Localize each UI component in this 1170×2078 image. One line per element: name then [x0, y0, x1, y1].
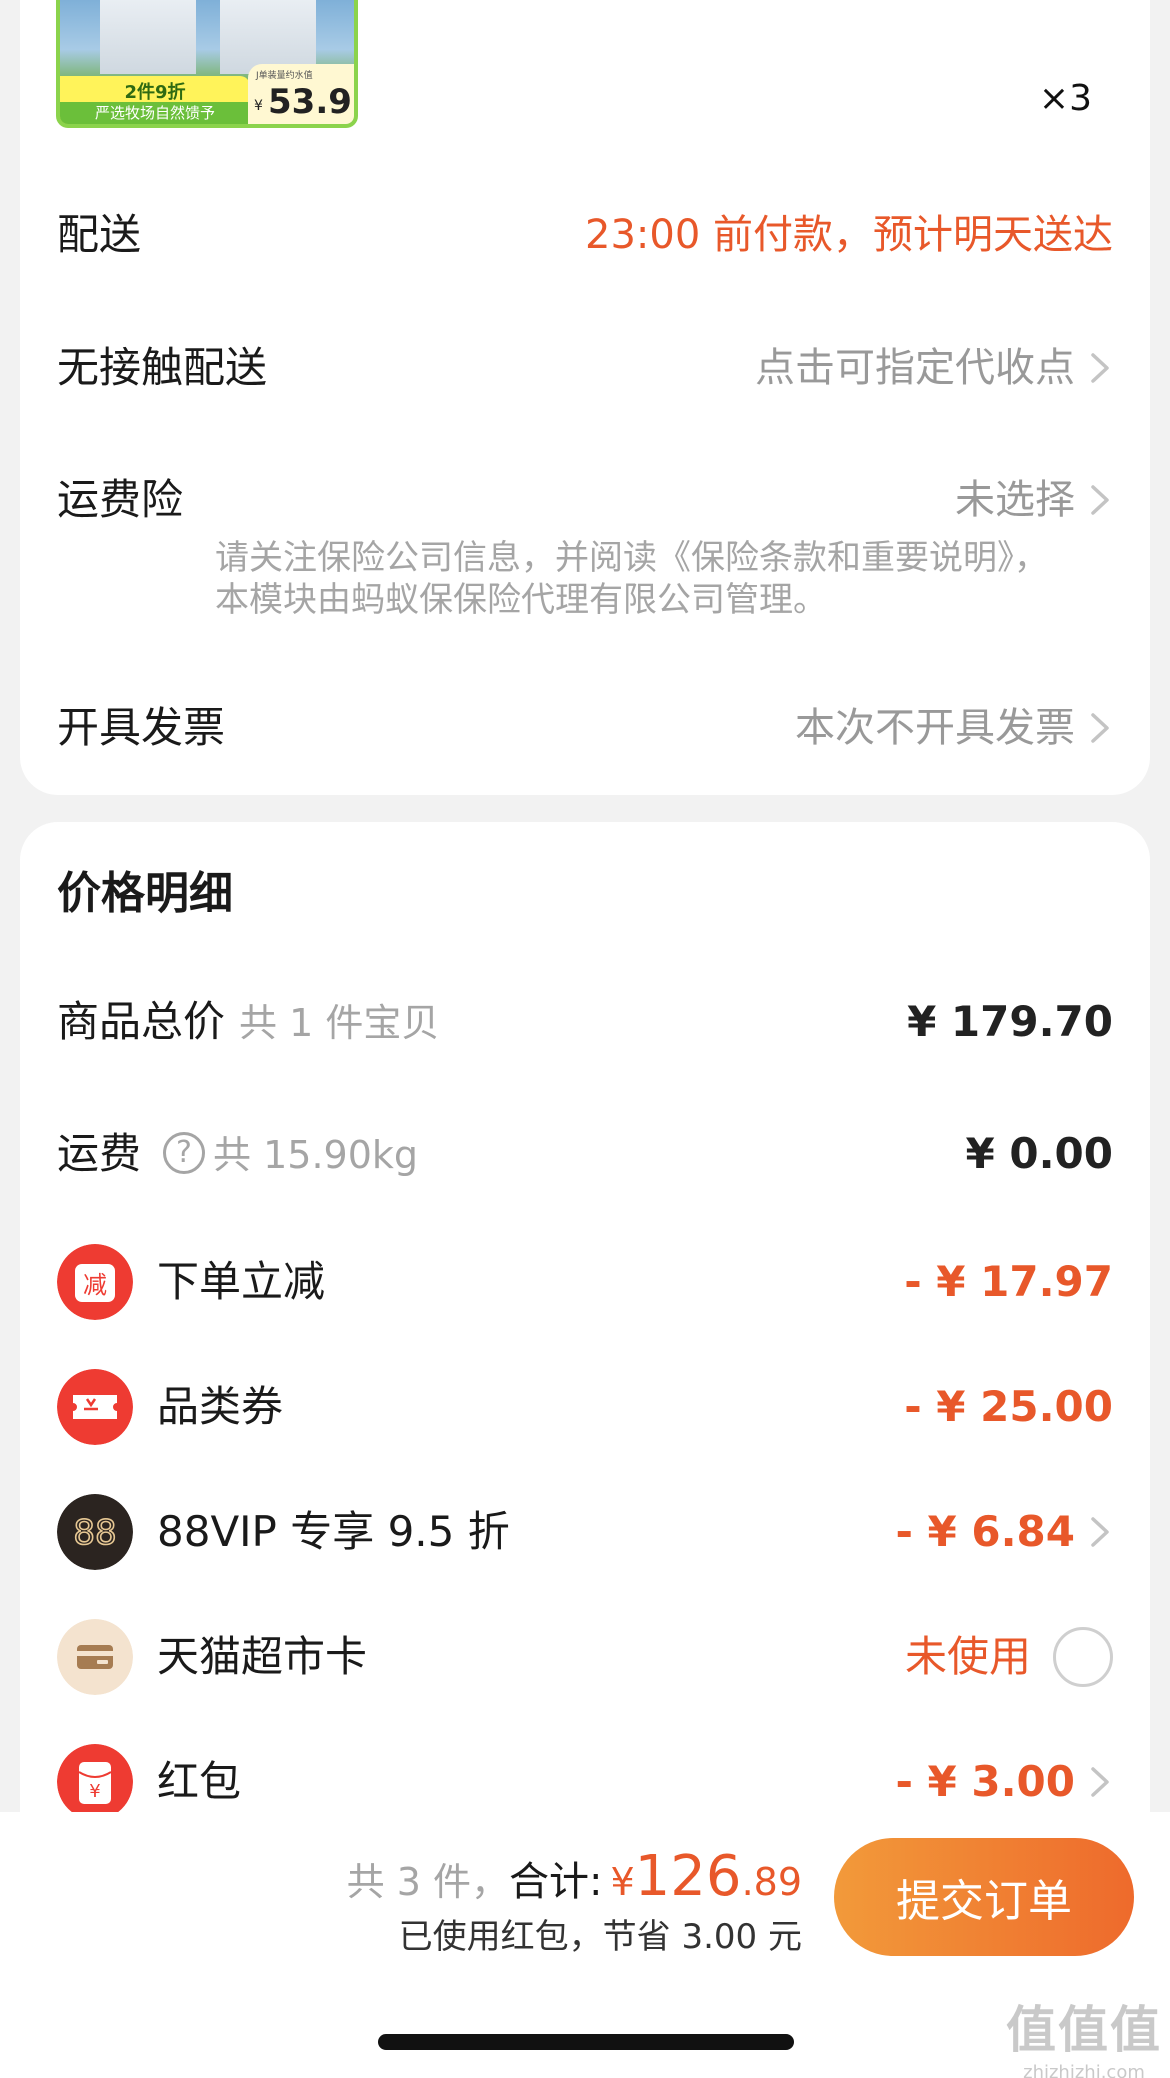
svg-text:¥: ¥: [89, 1781, 100, 1802]
thumbnail-price-box: J单装量约水值 ¥ 53.9: [248, 64, 354, 124]
shipping-weight: 共 15.90kg: [213, 1133, 419, 1177]
contactless-label: 无接触配送: [57, 343, 268, 392]
category-coupon-label: 品类券: [157, 1382, 284, 1431]
promo-tag-title: 2件9折: [124, 82, 186, 103]
goods-total-text: 商品总价: [57, 997, 226, 1046]
insurance-note: 请关注保险公司信息，并阅读《保险条款和重要说明》，本模块由蚂蚁保保险代理有限公司…: [215, 538, 1048, 620]
shipping-fee-label: 运费? 共 15.90kg: [57, 1124, 418, 1185]
shipping-fee-text: 运费: [57, 1129, 142, 1178]
reduce-icon: 减: [57, 1244, 133, 1320]
coupon-icon: [57, 1369, 133, 1445]
watermark-logo: 值值值: [1006, 2001, 1162, 2059]
chevron-right-icon: [1091, 1767, 1109, 1797]
insurance-label: 运费险: [57, 475, 184, 524]
delivery-eta: 23:00 前付款，预计明天送达: [585, 212, 1113, 258]
order-info-card: 2件9折 严选牧场自然馈予 J单装量约水值 ¥ 53.9 ×3 配送 23:00…: [20, 0, 1150, 795]
instant-discount-row: 减 下单立减 - ¥ 17.97: [57, 1242, 1113, 1322]
shipping-fee-row: 运费? 共 15.90kg ¥ 0.00: [57, 1114, 1113, 1194]
contactless-value: 点击可指定代收点: [755, 345, 1075, 391]
invoice-label: 开具发票: [57, 703, 226, 752]
vip-discount-label: 88VIP 专享 9.5 折: [157, 1507, 510, 1556]
watermark-url: zhizhizhi.com: [1023, 2062, 1145, 2078]
product-thumbnail[interactable]: 2件9折 严选牧场自然馈予 J单装量约水值 ¥ 53.9: [56, 0, 358, 128]
chevron-right-icon: [1091, 1517, 1109, 1547]
svg-text:减: 减: [83, 1271, 107, 1299]
thumbnail-price-note: J单装量约水值: [256, 71, 313, 81]
svg-text:88: 88: [73, 1513, 116, 1553]
goods-total-row: 商品总价共 1 件宝贝 ¥ 179.70: [57, 982, 1113, 1062]
total-label: 合计:: [509, 1859, 603, 1905]
card-icon: [57, 1619, 133, 1695]
site-watermark: 值值值 zhizhizhi.com: [1006, 1990, 1162, 2078]
red-envelope-row[interactable]: ¥ 红包 - ¥ 3.00: [57, 1742, 1113, 1822]
item-count: 共 3 件，: [346, 1860, 509, 1904]
shipping-insurance-row[interactable]: 运费险 未选择: [57, 470, 1113, 530]
insurance-value: 未选择: [955, 477, 1075, 523]
delivery-label: 配送: [57, 210, 142, 259]
home-indicator[interactable]: [378, 2034, 794, 2050]
chevron-right-icon: [1091, 353, 1109, 383]
goods-count: 共 1 件宝贝: [239, 1001, 440, 1045]
tmall-card-radio[interactable]: [1053, 1627, 1113, 1687]
tmall-card-row[interactable]: 天猫超市卡 未使用: [57, 1617, 1113, 1697]
invoice-value: 本次不开具发票: [795, 705, 1075, 751]
promo-tag: 2件9折 严选牧场自然馈予: [60, 76, 250, 124]
goods-total-amount: ¥ 179.70: [907, 997, 1113, 1046]
invoice-row[interactable]: 开具发票 本次不开具发票: [57, 698, 1113, 758]
contactless-delivery-row[interactable]: 无接触配送 点击可指定代收点: [57, 338, 1113, 398]
tmall-card-label: 天猫超市卡: [157, 1632, 368, 1681]
total-currency: ¥: [610, 1860, 635, 1904]
instant-discount-label: 下单立减: [157, 1257, 326, 1306]
vip-discount-amount: - ¥ 6.84: [895, 1507, 1075, 1556]
submit-order-button[interactable]: 提交订单: [834, 1838, 1134, 1956]
red-envelope-icon: ¥: [57, 1744, 133, 1820]
product-quantity: ×3: [1038, 78, 1092, 119]
red-envelope-amount: - ¥ 3.00: [895, 1757, 1075, 1806]
vip-discount-row[interactable]: 88 88VIP 专享 9.5 折 - ¥ 6.84: [57, 1492, 1113, 1572]
thumbnail-currency: ¥: [254, 98, 263, 114]
vip-88-icon: 88: [57, 1494, 133, 1570]
price-detail-title: 价格明细: [57, 868, 233, 919]
chevron-right-icon: [1091, 485, 1109, 515]
milk-pack-image: [220, 0, 316, 74]
tmall-card-status: 未使用: [904, 1632, 1031, 1681]
red-envelope-label: 红包: [157, 1757, 242, 1806]
thumbnail-price: 53.9: [268, 82, 352, 122]
instant-discount-amount: - ¥ 17.97: [904, 1257, 1113, 1306]
total-integer: 126: [634, 1844, 742, 1909]
saving-note: 已使用红包，节省 3.00 元: [398, 1917, 802, 1957]
help-icon[interactable]: ?: [163, 1131, 206, 1174]
category-coupon-amount: - ¥ 25.00: [904, 1382, 1113, 1431]
chevron-right-icon: [1091, 713, 1109, 743]
promo-tag-slogan: 严选牧场自然馈予: [60, 102, 250, 124]
total-decimal: .89: [741, 1860, 802, 1904]
category-coupon-row: 品类券 - ¥ 25.00: [57, 1367, 1113, 1447]
goods-total-label: 商品总价共 1 件宝贝: [57, 992, 439, 1053]
delivery-row: 配送 23:00 前付款，预计明天送达: [57, 205, 1113, 265]
shipping-fee-amount: ¥ 0.00: [965, 1129, 1113, 1178]
milk-pack-image: [100, 0, 196, 74]
